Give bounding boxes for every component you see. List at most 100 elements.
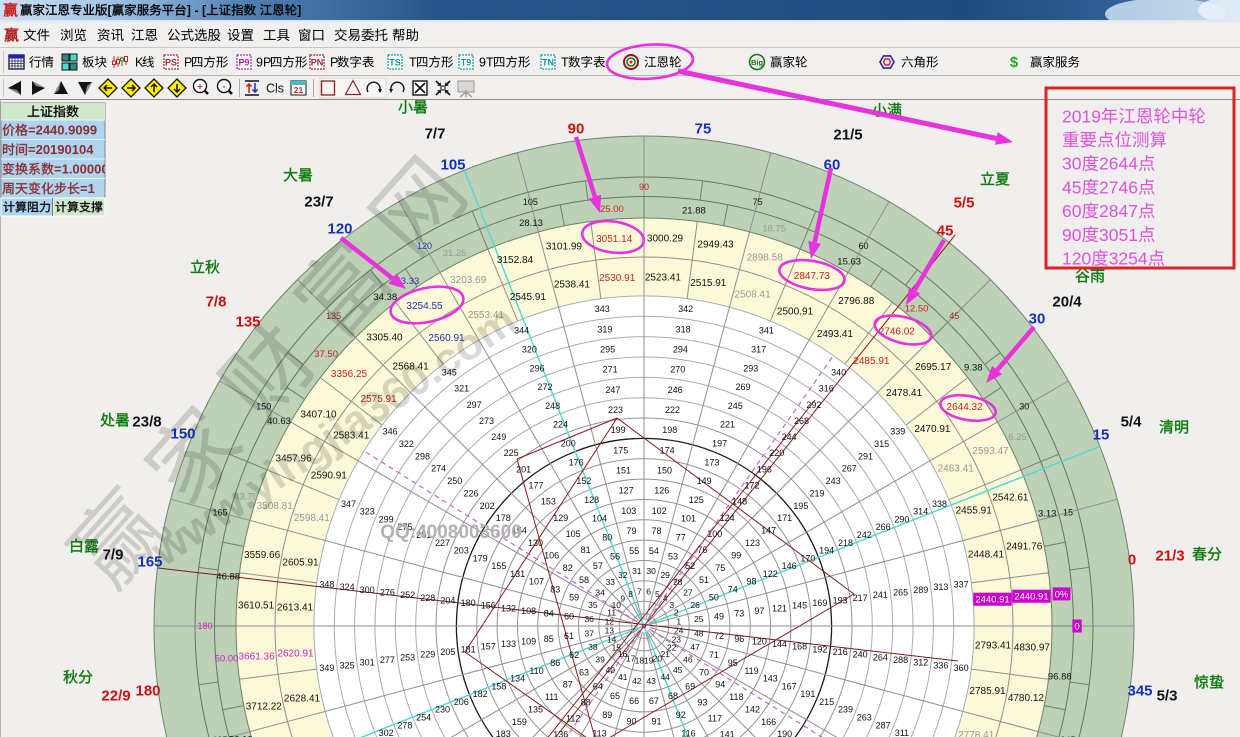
svg-text:79: 79 [626, 526, 636, 536]
svg-text:95: 95 [728, 658, 738, 668]
svg-text:180: 180 [197, 621, 212, 631]
svg-text:135: 135 [528, 705, 543, 715]
svg-text:241: 241 [873, 590, 888, 600]
svg-text:80: 80 [602, 533, 612, 543]
svg-text:360: 360 [954, 663, 969, 673]
svg-text:30: 30 [1062, 154, 1082, 174]
svg-text:45: 45 [1062, 177, 1081, 197]
svg-text:61: 61 [564, 631, 574, 641]
svg-text:203: 203 [454, 546, 469, 556]
svg-text:60: 60 [1062, 201, 1082, 221]
svg-text:2628.41: 2628.41 [284, 694, 321, 705]
svg-text:167: 167 [782, 681, 797, 691]
svg-text:133: 133 [501, 639, 516, 649]
svg-text:34: 34 [595, 587, 605, 597]
svg-text:90: 90 [1062, 225, 1082, 245]
svg-text:3610.51: 3610.51 [238, 601, 275, 612]
svg-text:9P: 9P [256, 56, 271, 70]
svg-text:81: 81 [581, 545, 591, 555]
svg-text:191: 191 [800, 689, 815, 699]
svg-text:T9: T9 [461, 58, 472, 68]
svg-text:2793.41: 2793.41 [975, 641, 1012, 652]
svg-text:152: 152 [576, 476, 591, 486]
svg-text:K: K [135, 56, 144, 70]
svg-text:340: 340 [831, 368, 846, 378]
svg-text:83: 83 [550, 585, 560, 595]
svg-text:4: 4 [663, 593, 668, 603]
svg-text:23/8: 23/8 [132, 413, 161, 430]
svg-text:5/5: 5/5 [954, 194, 975, 211]
svg-text:254: 254 [416, 713, 431, 723]
svg-text:2478.41: 2478.41 [886, 388, 923, 399]
svg-text:QQ:4008003600: QQ:4008003600 [380, 522, 522, 543]
svg-text:225: 225 [504, 448, 519, 458]
svg-text:336: 336 [933, 660, 948, 670]
svg-text:196: 196 [757, 464, 772, 474]
svg-text:30: 30 [1029, 310, 1046, 327]
svg-text:103: 103 [621, 506, 636, 516]
svg-text:288: 288 [893, 655, 908, 665]
svg-text:142: 142 [745, 705, 760, 715]
svg-text:180: 180 [135, 682, 160, 699]
svg-text:110: 110 [529, 666, 543, 676]
svg-text:$: $ [1010, 54, 1019, 71]
svg-text:132: 132 [501, 603, 516, 613]
svg-text:63: 63 [579, 667, 589, 677]
svg-text:T: T [561, 56, 569, 70]
svg-text:77: 77 [676, 533, 686, 543]
svg-text:117: 117 [708, 714, 722, 724]
svg-text:32: 32 [618, 570, 628, 580]
svg-text:104: 104 [592, 514, 607, 524]
svg-text:2847.73: 2847.73 [794, 271, 831, 282]
svg-text:276: 276 [380, 588, 395, 598]
svg-text:2493.41: 2493.41 [817, 329, 854, 340]
svg-text:166: 166 [761, 717, 776, 727]
svg-text:240: 240 [853, 650, 868, 660]
svg-text:3559.66: 3559.66 [244, 550, 281, 561]
svg-text:242: 242 [857, 530, 872, 540]
svg-text:P9: P9 [238, 58, 249, 68]
svg-text:101: 101 [681, 514, 696, 524]
svg-text:146: 146 [782, 561, 797, 571]
svg-text:46: 46 [683, 655, 693, 665]
svg-text:194: 194 [819, 546, 834, 556]
svg-text:75: 75 [695, 120, 712, 137]
svg-text:3356.25: 3356.25 [331, 369, 368, 380]
svg-text:74: 74 [728, 585, 738, 595]
svg-text:=20190104: =20190104 [28, 142, 94, 157]
svg-text:52: 52 [685, 561, 695, 571]
svg-text:150: 150 [657, 466, 672, 476]
svg-text:120: 120 [327, 220, 352, 237]
svg-text:206: 206 [454, 697, 469, 707]
svg-text:9: 9 [620, 593, 625, 603]
svg-text:26: 26 [690, 600, 700, 610]
svg-text:64: 64 [593, 681, 603, 691]
svg-text:25.00: 25.00 [600, 204, 624, 215]
svg-text:2847: 2847 [1099, 201, 1138, 221]
svg-text:70: 70 [699, 667, 709, 677]
svg-text:200: 200 [561, 439, 576, 449]
svg-text:53: 53 [668, 551, 678, 561]
svg-text:250: 250 [447, 476, 462, 486]
svg-text:156: 156 [481, 601, 496, 611]
svg-text:2949.43: 2949.43 [697, 240, 734, 251]
svg-text:48: 48 [694, 628, 704, 638]
svg-text:253: 253 [400, 652, 415, 662]
svg-text:39: 39 [595, 655, 605, 665]
svg-text:50.00: 50.00 [215, 654, 239, 665]
svg-text:2019: 2019 [1062, 106, 1101, 126]
svg-text:182: 182 [473, 689, 488, 699]
svg-text:89: 89 [602, 710, 612, 720]
svg-text:] - [: ] - [ [187, 4, 207, 18]
svg-text:96.88: 96.88 [1048, 671, 1072, 682]
svg-text:2463.41: 2463.41 [938, 464, 975, 475]
svg-text:91: 91 [651, 716, 661, 726]
svg-text:6: 6 [646, 586, 651, 596]
svg-text:173: 173 [704, 457, 719, 467]
svg-text:175: 175 [613, 445, 628, 455]
svg-text:278: 278 [397, 720, 412, 730]
svg-text:314: 314 [913, 507, 928, 517]
svg-text:99: 99 [731, 550, 741, 560]
svg-text:2508.41: 2508.41 [735, 289, 772, 300]
svg-text:323: 323 [360, 507, 375, 517]
